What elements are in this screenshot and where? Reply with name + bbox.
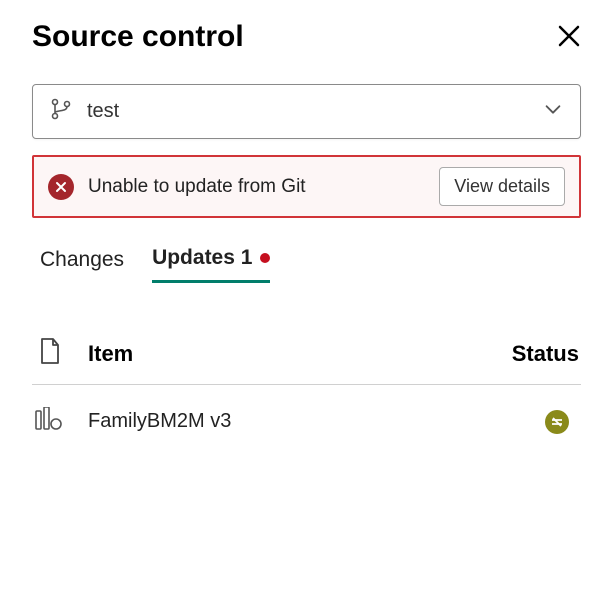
close-icon: [557, 24, 581, 48]
error-message: Unable to update from Git: [88, 176, 439, 198]
tab-updates[interactable]: Updates 1: [152, 246, 270, 283]
list-item[interactable]: FamilyBM2M v3: [32, 385, 581, 458]
view-details-button[interactable]: View details: [439, 167, 565, 206]
tabs: Changes Updates 1: [32, 246, 581, 283]
page-title: Source control: [32, 20, 244, 54]
error-icon: [48, 174, 74, 200]
branch-selector[interactable]: test: [32, 84, 581, 139]
file-icon: [38, 337, 62, 365]
indicator-dot: [260, 253, 270, 263]
branch-icon: [49, 97, 73, 126]
chevron-down-icon: [542, 98, 564, 125]
list-header: Item Status: [32, 323, 581, 385]
report-icon: [34, 407, 62, 431]
item-name: FamilyBM2M v3: [88, 410, 545, 433]
close-button[interactable]: [557, 21, 581, 53]
conflict-icon: [550, 415, 564, 429]
error-banner: Unable to update from Git View details: [32, 155, 581, 218]
column-status-header: Status: [512, 341, 581, 367]
tab-changes-label: Changes: [40, 248, 124, 272]
branch-name: test: [87, 100, 542, 123]
tab-changes[interactable]: Changes: [40, 246, 124, 283]
tab-updates-label: Updates 1: [152, 246, 252, 270]
column-item-header: Item: [88, 341, 512, 367]
status-badge: [545, 410, 569, 434]
